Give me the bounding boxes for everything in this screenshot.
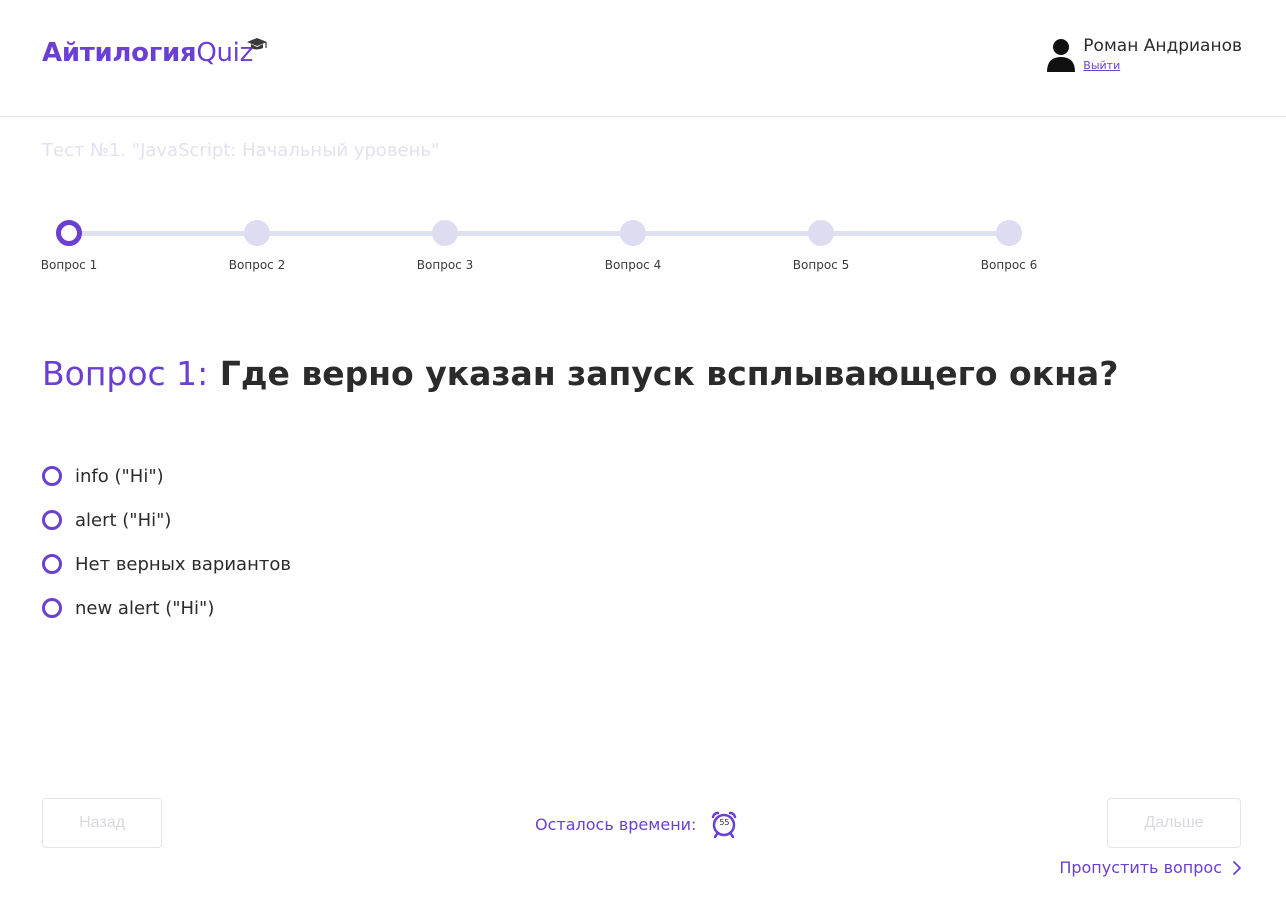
progress-step-2[interactable]: Вопрос 2 <box>227 220 287 272</box>
progress-step-5[interactable]: Вопрос 5 <box>791 220 851 272</box>
answer-option-3[interactable]: Нет верных вариантов <box>42 542 291 586</box>
radio-button[interactable] <box>42 598 62 618</box>
progress-step-label: Вопрос 2 <box>228 258 286 272</box>
progress-dot <box>432 220 458 246</box>
progress-step-label: Вопрос 5 <box>792 258 850 272</box>
radio-button[interactable] <box>42 554 62 574</box>
progress-step-label: Вопрос 3 <box>416 258 474 272</box>
question-heading: Вопрос 1: Где верно указан запуск всплыв… <box>42 354 1118 393</box>
progress-step-4[interactable]: Вопрос 4 <box>603 220 663 272</box>
logo-quiz-text: Quiz <box>196 38 253 68</box>
graduation-cap-icon <box>247 38 267 50</box>
progress-step-1[interactable]: Вопрос 1 <box>39 220 99 272</box>
timer: Осталось времени: 55 <box>535 810 738 838</box>
progress-step-6[interactable]: Вопрос 6 <box>979 220 1039 272</box>
skip-question-link[interactable]: Пропустить вопрос <box>1059 858 1242 877</box>
answer-text: Нет верных вариантов <box>75 553 291 575</box>
answer-option-1[interactable]: info ("Hi") <box>42 454 291 498</box>
page-header: АйтилогияQuiz Роман Андрианов Выйти <box>0 0 1286 117</box>
logo[interactable]: АйтилогияQuiz <box>42 38 253 68</box>
radio-button[interactable] <box>42 510 62 530</box>
logout-link[interactable]: Выйти <box>1083 59 1242 72</box>
user-icon <box>1047 39 1076 72</box>
timer-label: Осталось времени: <box>535 814 697 834</box>
progress-step-3[interactable]: Вопрос 3 <box>415 220 475 272</box>
question-number: Вопрос 1: <box>42 354 209 393</box>
user-name: Роман Андрианов <box>1083 36 1242 56</box>
answer-text: new alert ("Hi") <box>75 597 215 619</box>
chevron-right-icon <box>1233 860 1241 875</box>
skip-label: Пропустить вопрос <box>1059 858 1222 877</box>
answer-option-2[interactable]: alert ("Hi") <box>42 498 291 542</box>
logo-main-text: Айтилогия <box>42 38 197 68</box>
progress-step-label: Вопрос 1 <box>40 258 98 272</box>
back-button[interactable]: Назад <box>42 798 162 848</box>
answer-list: info ("Hi") alert ("Hi") Нет верных вари… <box>42 454 291 630</box>
answer-text: info ("Hi") <box>75 465 164 487</box>
answer-text: alert ("Hi") <box>75 509 172 531</box>
question-progress: Вопрос 1 Вопрос 2 Вопрос 3 Вопрос 4 Вопр… <box>39 220 1042 280</box>
answer-option-4[interactable]: new alert ("Hi") <box>42 586 291 630</box>
progress-dot <box>808 220 834 246</box>
alarm-clock-icon: 55 <box>710 810 738 838</box>
progress-dot <box>244 220 270 246</box>
question-text: Где верно указан запуск всплывающего окн… <box>219 354 1119 393</box>
progress-dot <box>620 220 646 246</box>
progress-dot <box>996 220 1022 246</box>
next-button[interactable]: Дальше <box>1107 798 1241 848</box>
progress-step-label: Вопрос 6 <box>980 258 1038 272</box>
test-title: Тест №1. "JavaScript: Начальный уровень" <box>42 140 440 161</box>
progress-dot-active <box>56 220 82 246</box>
radio-button[interactable] <box>42 466 62 486</box>
timer-value: 55 <box>719 818 730 827</box>
progress-track <box>70 231 1010 236</box>
progress-step-label: Вопрос 4 <box>604 258 662 272</box>
user-block: Роман Андрианов Выйти <box>1047 36 1242 76</box>
